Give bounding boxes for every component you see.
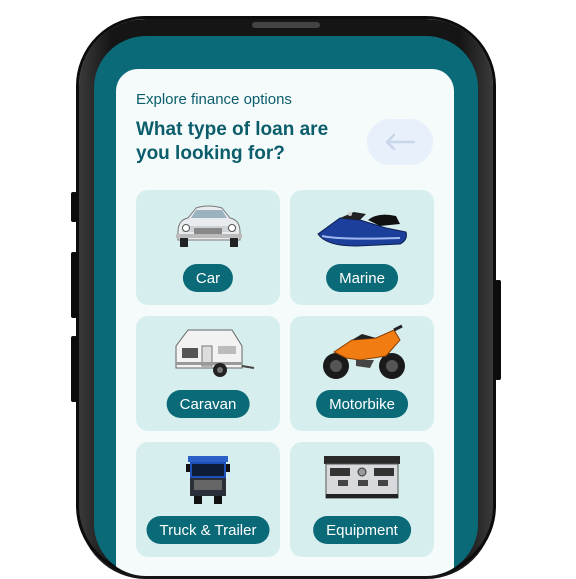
phone-side-button-left-3 xyxy=(71,336,77,402)
jet-ski-icon xyxy=(317,212,407,247)
phone-side-button-left-2 xyxy=(71,252,77,318)
phone-side-button-left-1 xyxy=(71,192,77,222)
tile-caravan[interactable]: Caravan xyxy=(136,316,280,431)
phone-side-button-right xyxy=(495,280,501,380)
phone-speaker xyxy=(252,22,320,28)
phone-screen: Explore finance options What type of loa… xyxy=(94,36,478,576)
tile-label-truck-trailer: Truck & Trailer xyxy=(146,516,270,544)
page-title: What type of loan are you looking for? xyxy=(136,119,329,164)
car-icon xyxy=(176,205,242,247)
loan-type-card: Explore finance options What type of loa… xyxy=(116,69,454,576)
tile-motorbike[interactable]: Motorbike xyxy=(290,316,434,431)
tile-car[interactable]: Car xyxy=(136,190,280,305)
tile-label-equipment: Equipment xyxy=(313,516,411,544)
tile-label-marine: Marine xyxy=(326,264,398,292)
page-subtitle: Explore finance options xyxy=(136,91,292,108)
tile-label-car: Car xyxy=(182,264,234,292)
tile-truck-trailer[interactable]: Truck & Trailer xyxy=(136,442,280,557)
truck-icon xyxy=(186,456,230,504)
caravan-icon xyxy=(175,329,255,377)
arrow-left-icon xyxy=(385,134,416,150)
tile-label-motorbike: Motorbike xyxy=(316,390,408,418)
motorbike-icon xyxy=(323,324,405,379)
tile-equipment[interactable]: Equipment xyxy=(290,442,434,557)
back-button[interactable] xyxy=(367,119,433,165)
tile-marine[interactable]: Marine xyxy=(290,190,434,305)
tile-label-caravan: Caravan xyxy=(166,390,250,418)
espresso-machine-icon xyxy=(324,456,400,499)
